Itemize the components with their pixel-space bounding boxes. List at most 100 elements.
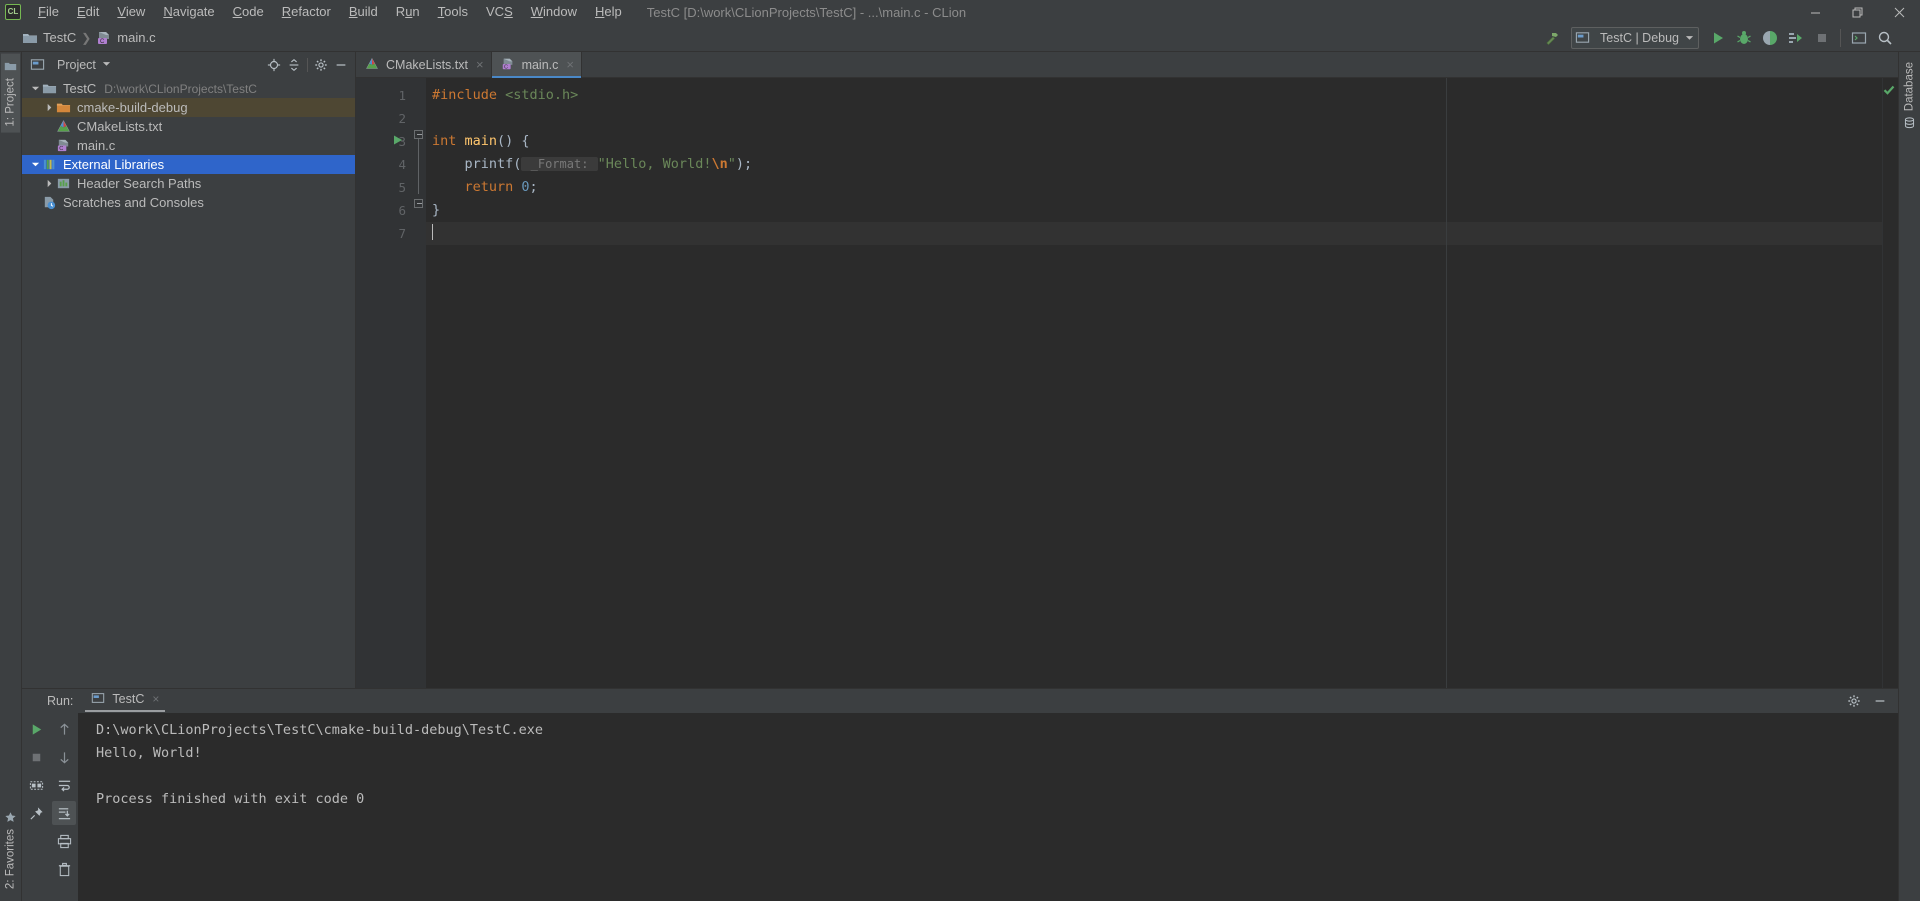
project-stripe-label: 1: Project <box>4 78 17 127</box>
pin-tab-button[interactable] <box>24 801 48 825</box>
line-number: 7 <box>398 226 406 241</box>
build-hammer-button[interactable] <box>1539 26 1565 50</box>
run-configuration-selector[interactable]: TestC | Debug <box>1571 27 1699 49</box>
code-line-4: printf( _Format: "Hello, World!\n"); <box>426 153 1882 176</box>
clion-logo-icon: CL <box>5 4 21 20</box>
cmake-icon <box>365 57 381 73</box>
close-icon[interactable]: × <box>152 692 159 706</box>
tree-node-main-c[interactable]: C main.c <box>22 136 355 155</box>
gear-icon[interactable] <box>311 55 331 75</box>
orange-folder-icon <box>56 100 72 116</box>
print-button[interactable] <box>52 829 76 853</box>
c-file-icon: C <box>56 138 72 154</box>
stop-button[interactable] <box>1809 26 1835 50</box>
trash-icon[interactable] <box>52 857 76 881</box>
minimize-icon[interactable] <box>1794 0 1836 24</box>
code-folding-column[interactable] <box>412 78 426 688</box>
folder-icon <box>22 30 38 46</box>
tab-cmakelists-txt[interactable]: CMakeLists.txt × <box>356 52 492 77</box>
menu-view[interactable]: View <box>108 1 154 23</box>
menu-build[interactable]: Build <box>340 1 387 23</box>
ok-checkmark-icon[interactable] <box>1883 83 1895 101</box>
code-token-zero: 0 <box>521 179 530 195</box>
navigation-bar: TestC ❯ C main.c TestC | Debug <box>0 24 1920 52</box>
terminal-button[interactable] <box>1846 26 1872 50</box>
stop-process-button[interactable] <box>24 745 48 769</box>
tree-node-cmake-build-debug[interactable]: cmake-build-debug <box>22 98 355 117</box>
locate-in-tree-button[interactable] <box>264 55 284 75</box>
close-icon[interactable]: × <box>476 58 484 71</box>
c-file-icon: C <box>96 30 112 46</box>
restore-icon[interactable] <box>1836 0 1878 24</box>
line-number: 2 <box>398 111 406 126</box>
menu-vcs[interactable]: VCS <box>477 1 522 23</box>
tab-main-c[interactable]: C main.c × <box>491 52 582 78</box>
text-caret <box>432 224 433 240</box>
layout-settings-button[interactable] <box>24 773 48 797</box>
run-gutter-icon[interactable] <box>392 128 405 151</box>
collapse-all-button[interactable] <box>284 55 304 75</box>
menu-code[interactable]: Code <box>224 1 273 23</box>
code-editor[interactable]: 1 2 3 4 5 6 7 #include <stdio.h> int mai… <box>356 78 1898 688</box>
scroll-to-end-button[interactable] <box>52 801 76 825</box>
expanded-arrow-icon[interactable] <box>28 84 42 93</box>
project-panel-title: Project <box>57 57 96 72</box>
menu-file[interactable]: File <box>29 1 68 23</box>
close-icon[interactable]: × <box>566 58 574 71</box>
breadcrumb-item-file[interactable]: C main.c <box>96 30 156 46</box>
expanded-arrow-icon[interactable] <box>28 160 42 169</box>
tab-label: CMakeLists.txt <box>386 57 468 72</box>
fold-collapse-icon-main[interactable] <box>414 130 423 139</box>
close-icon[interactable] <box>1878 0 1920 24</box>
code-token-closebrace: } <box>432 202 441 218</box>
tree-label: cmake-build-debug <box>77 100 188 115</box>
menu-run[interactable]: Run <box>387 1 429 23</box>
gear-icon[interactable] <box>1844 691 1864 711</box>
sidebar-item-database[interactable]: Database <box>1900 56 1919 135</box>
sidebar-item-favorites[interactable]: 2: Favorites <box>1 805 20 895</box>
hide-run-panel-button[interactable] <box>1870 691 1890 711</box>
editor-marker-rail[interactable] <box>1882 78 1898 688</box>
sidebar-item-project[interactable]: 1: Project <box>1 54 20 133</box>
panel-divider <box>307 57 308 72</box>
soft-wrap-button[interactable] <box>52 773 76 797</box>
cmake-icon <box>56 119 72 135</box>
chevron-down-icon[interactable] <box>1685 29 1694 47</box>
menu-refactor[interactable]: Refactor <box>273 1 340 23</box>
menu-navigate[interactable]: Navigate <box>154 1 223 23</box>
debug-button[interactable] <box>1731 26 1757 50</box>
tree-node-cmakelists[interactable]: CMakeLists.txt <box>22 117 355 136</box>
tree-node-header-search-paths[interactable]: Header Search Paths <box>22 174 355 193</box>
editor-gutter[interactable]: 1 2 3 4 5 6 7 <box>356 78 412 688</box>
tree-node-testc[interactable]: TestC D:\work\CLionProjects\TestC <box>22 79 355 98</box>
breadcrumb-item-project[interactable]: TestC <box>22 30 76 46</box>
tree-label: External Libraries <box>63 157 165 172</box>
menu-tools[interactable]: Tools <box>429 1 477 23</box>
hide-panel-button[interactable] <box>331 55 351 75</box>
menu-window[interactable]: Window <box>522 1 586 23</box>
collapsed-arrow-icon[interactable] <box>42 179 56 188</box>
window-title: TestC [D:\work\CLionProjects\TestC] - ..… <box>646 4 967 20</box>
menu-help[interactable]: Help <box>586 1 631 23</box>
rerun-button[interactable] <box>24 717 48 741</box>
code-token-semicolon: ; <box>529 179 538 195</box>
project-tree: TestC D:\work\CLionProjects\TestC cmake-… <box>22 77 355 688</box>
up-stacktrace-button[interactable] <box>52 717 76 741</box>
run-button[interactable] <box>1705 26 1731 50</box>
code-token-string-end: " <box>727 156 736 172</box>
database-stripe-label: Database <box>1903 62 1916 112</box>
menu-edit[interactable]: Edit <box>68 1 108 23</box>
tree-node-external-libraries[interactable]: External Libraries <box>22 155 355 174</box>
down-stacktrace-button[interactable] <box>52 745 76 769</box>
profile-button[interactable] <box>1783 26 1809 50</box>
run-with-coverage-button[interactable] <box>1757 26 1783 50</box>
code-content[interactable]: #include <stdio.h> int main() { printf( … <box>426 78 1882 688</box>
search-everywhere-button[interactable] <box>1872 26 1898 50</box>
chevron-down-icon[interactable] <box>102 59 111 70</box>
favorites-stripe-label: 2: Favorites <box>4 828 17 889</box>
tree-node-scratches[interactable]: Scratches and Consoles <box>22 193 355 212</box>
collapsed-arrow-icon[interactable] <box>42 103 56 112</box>
run-console-output[interactable]: D:\work\CLionProjects\TestC\cmake-build-… <box>78 713 1898 901</box>
fold-collapse-icon-end[interactable] <box>414 199 423 208</box>
run-tab-testc[interactable]: TestC × <box>85 690 166 712</box>
